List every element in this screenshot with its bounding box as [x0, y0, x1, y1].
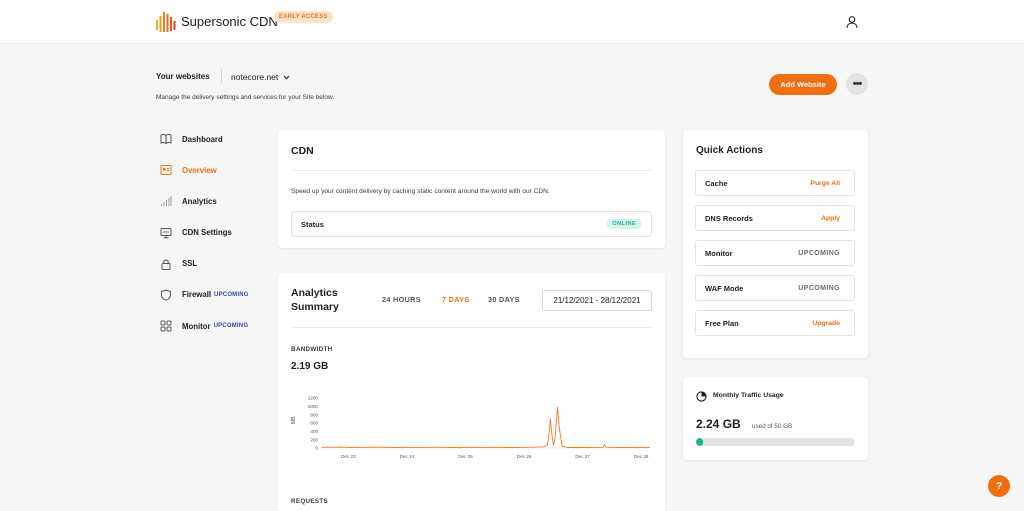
user-icon[interactable]: [845, 15, 859, 29]
upcoming-status: UPCOMING: [798, 250, 840, 257]
y-tick-label: 200: [310, 437, 318, 442]
x-tick-label: Dec 26: [517, 454, 532, 459]
quick-action-cache: Cache Purge All: [695, 170, 855, 196]
monitor-icon: [160, 227, 172, 239]
tab-30-days[interactable]: 30 DAYS: [488, 295, 520, 304]
book-icon: [160, 133, 172, 145]
sidebar-item-cdn-settings[interactable]: CDN Settings: [160, 226, 270, 240]
divider: [291, 170, 652, 171]
quick-action-label: DNS Records: [705, 214, 753, 223]
y-tick-label: 0: [315, 446, 318, 451]
y-axis-label: MB: [291, 416, 297, 424]
date-range-picker[interactable]: 21/12/2021 - 28/12/2021: [542, 290, 652, 311]
quick-action-label: Free Plan: [705, 319, 739, 328]
sidebar-item-label: CDN Settings: [182, 228, 232, 238]
purge-all-button[interactable]: Purge All: [810, 180, 840, 187]
status-badge: ONLINE: [606, 219, 642, 229]
overview-icon: [160, 164, 172, 176]
divider: [221, 69, 222, 83]
x-tick-label: Dec 25: [458, 454, 473, 459]
x-tick-label: Dec 28: [634, 454, 649, 459]
traffic-progress-bar: [696, 438, 855, 446]
help-button[interactable]: ?: [988, 475, 1010, 497]
traffic-used-value: 2.24 GB: [696, 417, 741, 431]
status-row: Status ONLINE: [291, 211, 652, 237]
y-tick-label: 1000: [308, 404, 319, 409]
tab-7-days[interactable]: 7 DAYS: [442, 295, 470, 304]
upcoming-status: UPCOMING: [798, 285, 840, 292]
cdn-card: CDN Speed up your content delivery by ca…: [278, 130, 665, 248]
upcoming-badge: UPCOMING: [214, 291, 249, 298]
sidebar-item-dashboard[interactable]: Dashboard: [160, 132, 270, 146]
divider: [291, 327, 652, 328]
y-tick-label: 1200: [308, 396, 319, 401]
bandwidth-value: 2.19 GB: [291, 361, 329, 372]
early-access-badge: EARLY ACCESS: [274, 11, 333, 23]
requests-label: REQUESTS: [291, 498, 329, 505]
sidebar-item-label: Dashboard: [182, 134, 223, 144]
analytics-summary-card: Analytics Summary 24 HOURS 7 DAYS 30 DAY…: [278, 273, 665, 511]
cdn-description: Speed up your content delivery by cachin…: [291, 188, 550, 195]
sidebar-nav: Dashboard Overview Analytics CDN Setting…: [160, 132, 270, 350]
sidebar-item-label: SSL: [182, 259, 198, 269]
quick-actions-title: Quick Actions: [696, 145, 763, 156]
traffic-progress-fill: [696, 438, 704, 446]
sidebar-item-analytics[interactable]: Analytics: [160, 194, 270, 208]
upcoming-badge: UPCOMING: [213, 323, 249, 330]
y-tick-label: 800: [310, 412, 318, 417]
website-selector[interactable]: notecore.net: [231, 72, 290, 82]
sidebar-item-label: Analytics: [182, 196, 217, 206]
x-tick-label: Dec 23: [341, 454, 356, 459]
quick-action-waf-mode: WAF Mode UPCOMING: [695, 275, 855, 301]
quick-action-label: Cache: [705, 179, 728, 188]
top-bar: Supersonic CDN EARLY ACCESS: [0, 0, 1024, 44]
sidebar-item-firewall[interactable]: Firewall UPCOMING: [160, 288, 270, 302]
pie-chart-icon: [696, 391, 707, 402]
shield-icon: [160, 289, 172, 301]
website-selector-value: notecore.net: [231, 72, 279, 82]
bandwidth-series-line: [321, 406, 651, 449]
sidebar-item-monitor[interactable]: Monitor UPCOMING: [160, 319, 270, 333]
bandwidth-chart: MB 0 200 400 600 800 1000 1200 Dec 23 Dec 24 Dec 2…: [291, 396, 651, 459]
sidebar-item-ssl[interactable]: SSL: [160, 257, 270, 271]
status-label: Status: [301, 220, 324, 229]
logo-icon: [156, 12, 176, 32]
x-tick-label: Dec 27: [575, 454, 590, 459]
quick-action-monitor: Monitor UPCOMING: [695, 240, 855, 266]
quick-action-label: Monitor: [705, 249, 733, 258]
bandwidth-label: BANDWIDTH: [291, 346, 333, 353]
sidebar-item-label: Overview: [182, 165, 217, 175]
monthly-traffic-card: Monthly Traffic Usage 2.24 GB used of 50…: [683, 377, 868, 460]
sidebar-item-label: Firewall: [182, 290, 212, 300]
analytics-title: Analytics Summary: [291, 287, 339, 313]
add-website-button[interactable]: Add Website: [769, 74, 837, 95]
apply-button[interactable]: Apply: [821, 215, 840, 222]
x-tick-label: Dec 24: [400, 454, 415, 459]
monthly-traffic-title: Monthly Traffic Usage: [713, 392, 784, 399]
chevron-down-icon: [283, 75, 290, 80]
traffic-limit-text: used of 50 GB: [752, 423, 793, 430]
sidebar-item-label: Monitor: [182, 321, 211, 331]
tab-24-hours[interactable]: 24 HOURS: [382, 295, 421, 304]
more-options-button[interactable]: •••: [846, 73, 868, 95]
lock-icon: [160, 258, 172, 270]
quick-action-dns-records: DNS Records Apply: [695, 205, 855, 231]
websites-description: Manage the delivery settings and service…: [156, 94, 335, 101]
y-tick-label: 400: [310, 429, 318, 434]
brand-name: Supersonic CDN: [181, 14, 278, 29]
upgrade-button[interactable]: Upgrade: [812, 320, 840, 327]
y-tick-label: 600: [310, 421, 318, 426]
grid-icon: [160, 320, 172, 332]
quick-actions-card: Quick Actions Cache Purge All DNS Record…: [683, 130, 868, 358]
your-websites-label: Your websites: [156, 72, 210, 81]
cdn-title: CDN: [291, 145, 314, 157]
quick-action-label: WAF Mode: [705, 284, 744, 293]
sidebar-item-overview[interactable]: Overview: [160, 163, 270, 177]
bar-chart-icon: [160, 195, 172, 207]
quick-action-free-plan: Free Plan Upgrade: [695, 310, 855, 336]
